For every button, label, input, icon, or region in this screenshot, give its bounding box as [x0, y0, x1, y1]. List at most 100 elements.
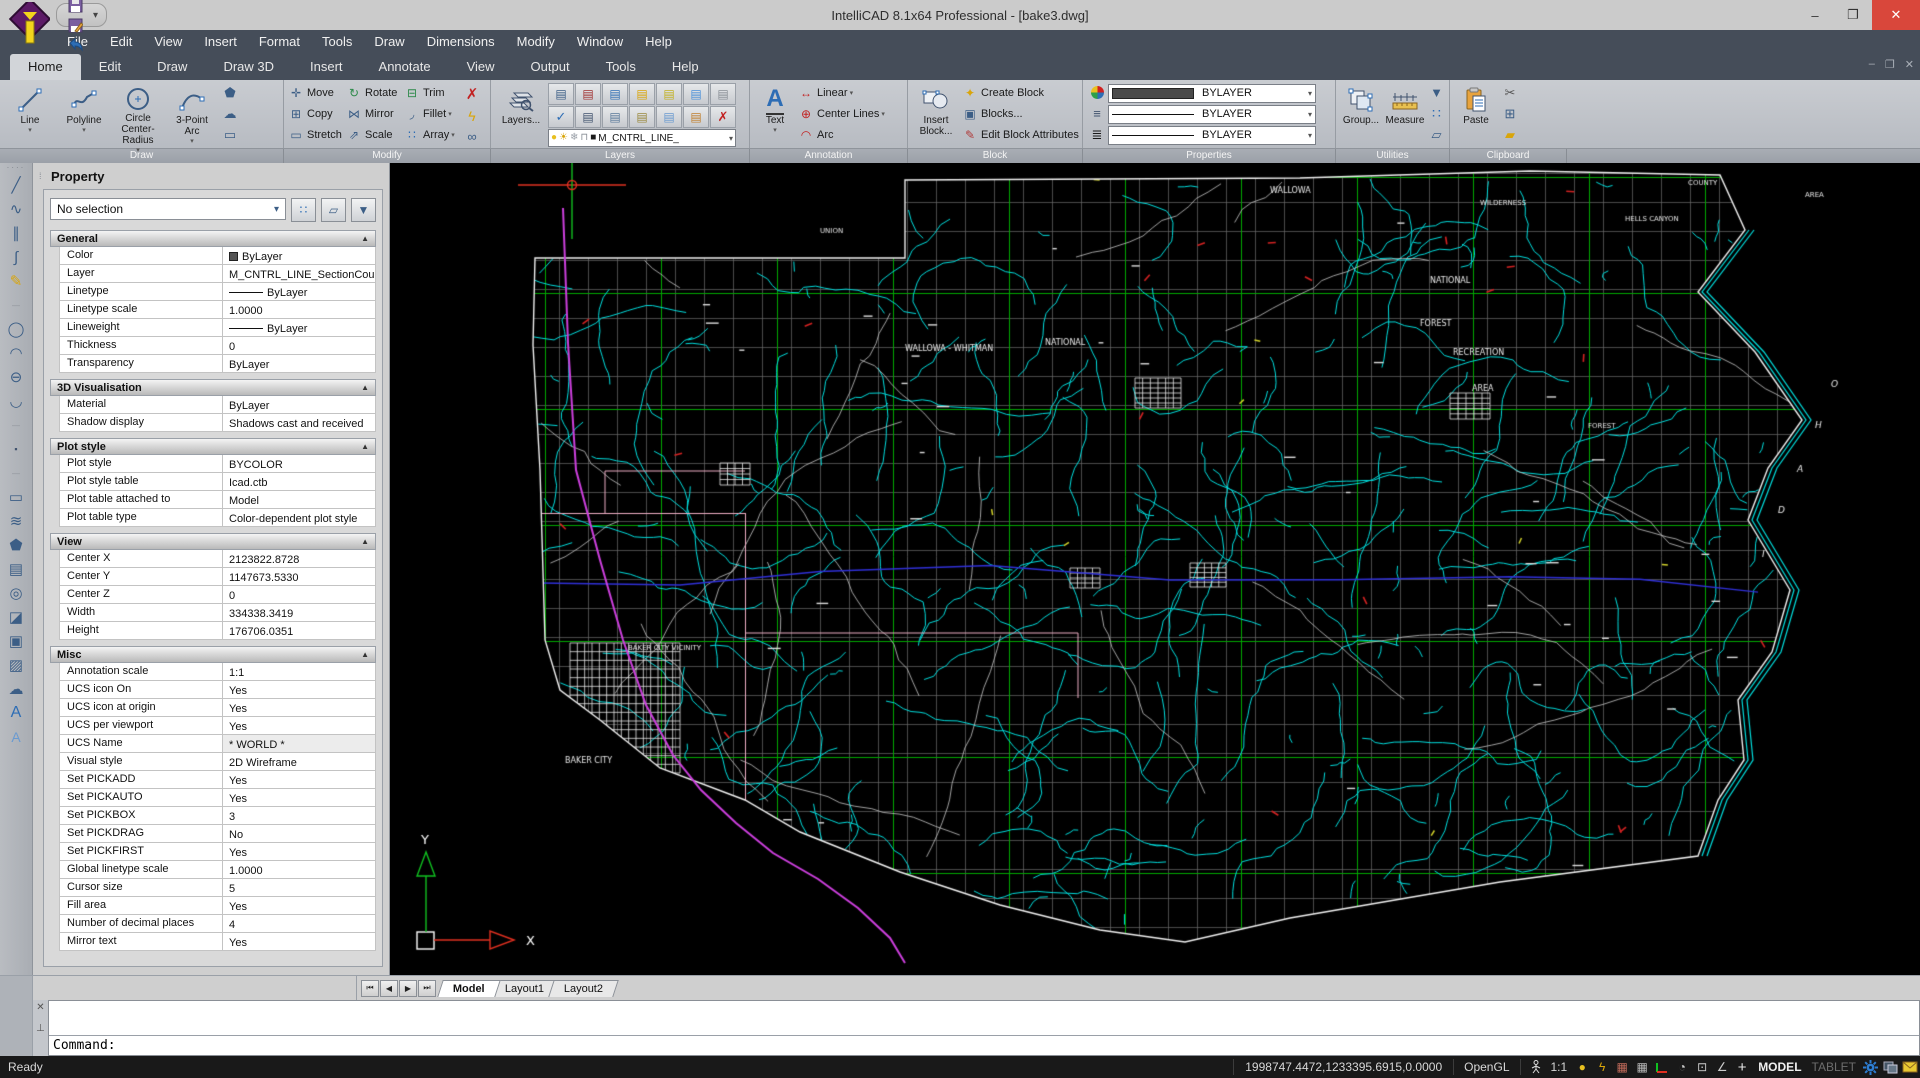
minimize-button[interactable]: –	[1796, 0, 1834, 30]
layers-button[interactable]: Layers...	[494, 82, 548, 146]
layer-tool-button[interactable]: ▤	[629, 83, 655, 105]
toolbar-button[interactable]: ∿	[3, 197, 29, 221]
menu-item[interactable]: View	[143, 32, 193, 51]
intellicad-logo-icon[interactable]	[6, 2, 50, 48]
property-row[interactable]: TransparencyByLayer	[59, 355, 376, 373]
ribbon-tab[interactable]: Annotate	[361, 54, 449, 80]
annotation-button[interactable]: ⊕ Center Lines ▾	[797, 103, 885, 124]
annotation-button[interactable]: ↔ Linear ▾	[797, 82, 885, 103]
block-button[interactable]: ✎ Edit Block Attributes	[961, 125, 1079, 146]
property-value[interactable]: Icad.ctb	[223, 473, 375, 490]
layer-tool-button[interactable]: ▤	[602, 106, 628, 128]
layer-tool-button[interactable]: ▤	[575, 83, 601, 105]
block-button[interactable]: ▣ Blocks...	[961, 103, 1079, 124]
property-value[interactable]: ByLayer	[223, 247, 375, 264]
modify-button[interactable]: ▭ Stretch	[287, 125, 345, 146]
property-value[interactable]: Yes	[223, 897, 375, 914]
property-value[interactable]: Yes	[223, 843, 375, 860]
property-row[interactable]: LineweightByLayer	[59, 319, 376, 337]
modify-button[interactable]: ⊞ Copy	[287, 103, 345, 124]
status-toggle[interactable]: ▦	[1612, 1058, 1632, 1076]
property-row[interactable]: Cursor size5	[59, 879, 376, 897]
tab-nav-button[interactable]: ⏮	[361, 980, 379, 997]
ribbon-tab[interactable]: View	[449, 54, 513, 80]
property-row[interactable]: Number of decimal places4	[59, 915, 376, 933]
annotation-scale[interactable]: 1:1	[1546, 1060, 1573, 1074]
property-row[interactable]: Set PICKBOX3	[59, 807, 376, 825]
ribbon-tab[interactable]: Tools	[588, 54, 654, 80]
property-value[interactable]: M_CNTRL_LINE_SectionCou...	[223, 265, 375, 282]
property-value[interactable]: ByLayer	[223, 396, 375, 413]
renderer-label[interactable]: OpenGL	[1459, 1060, 1514, 1074]
modify-side-button[interactable]: ∞	[467, 129, 476, 144]
toolbar-button[interactable]: ◡	[3, 389, 29, 413]
property-row[interactable]: Shadow displayShadows cast and received	[59, 414, 376, 432]
layer-tool-button[interactable]: ▤	[683, 106, 709, 128]
layer-tool-button[interactable]: ▤	[656, 106, 682, 128]
property-value[interactable]: 334338.3419	[223, 604, 375, 621]
property-value[interactable]: Yes	[223, 789, 375, 806]
clipboard-side-button[interactable]: ▰	[1505, 127, 1515, 143]
command-history[interactable]	[49, 1001, 1919, 1035]
insert-block-button[interactable]: Insert Block...	[911, 82, 961, 146]
property-value[interactable]: No	[223, 825, 375, 842]
property-value[interactable]: Yes	[223, 933, 375, 950]
ribbon-tab[interactable]: Output	[513, 54, 588, 80]
toolbar-button[interactable]: —	[3, 413, 29, 437]
utility-button[interactable]: Measure	[1383, 82, 1427, 146]
property-row[interactable]: Global linetype scale1.0000	[59, 861, 376, 879]
toolbar-button[interactable]: ▭	[3, 485, 29, 509]
toolbar-button[interactable]: A	[3, 701, 29, 725]
property-row[interactable]: Height176706.0351	[59, 622, 376, 640]
layer-tool-button[interactable]: ▤	[602, 83, 628, 105]
panel-grip[interactable]: ⁞	[39, 174, 45, 179]
property-mode-icon[interactable]	[1090, 85, 1105, 100]
status-toggle[interactable]: ▦	[1632, 1058, 1652, 1076]
property-value[interactable]: 1.0000	[223, 861, 375, 878]
property-value[interactable]: Color-dependent plot style	[223, 509, 375, 526]
section-header[interactable]: View ▲	[50, 533, 376, 550]
section-header[interactable]: Plot style ▲	[50, 438, 376, 455]
toolbar-button[interactable]: A	[3, 725, 29, 749]
ribbon-tab[interactable]: Insert	[292, 54, 361, 80]
toolbar-button[interactable]: ◠	[3, 341, 29, 365]
toolbar-button[interactable]: ▪	[3, 437, 29, 461]
utility-button[interactable]: Group...	[1339, 82, 1383, 146]
property-row[interactable]: UCS icon at originYes	[59, 699, 376, 717]
draw-side-button[interactable]: ▭	[224, 127, 236, 143]
property-value[interactable]: Model	[223, 491, 375, 508]
property-row[interactable]: Thickness0	[59, 337, 376, 355]
status-toggle[interactable]: ●	[1572, 1058, 1592, 1076]
property-value[interactable]: Yes	[223, 681, 375, 698]
close-button[interactable]: ✕	[1872, 0, 1920, 30]
status-toggle[interactable]: ϟ	[1592, 1058, 1612, 1076]
layer-tool-button[interactable]: ▤	[575, 106, 601, 128]
status-toggle[interactable]: ⊡	[1692, 1058, 1712, 1076]
section-header[interactable]: Misc ▲	[50, 646, 376, 663]
property-row[interactable]: UCS Name* WORLD *	[59, 735, 376, 753]
tablet-toggle[interactable]: TABLET	[1808, 1060, 1860, 1074]
property-value[interactable]: 176706.0351	[223, 622, 375, 639]
property-row[interactable]: Set PICKFIRSTYes	[59, 843, 376, 861]
selector-tool-button[interactable]: ▼	[351, 198, 376, 222]
ribbon-tab[interactable]: Edit	[81, 54, 139, 80]
modify-button[interactable]: ◞ Fillet ▾	[403, 103, 461, 124]
clipboard-side-button[interactable]: ⊞	[1505, 106, 1516, 122]
modify-button[interactable]: ↻ Rotate	[345, 82, 403, 103]
property-row[interactable]: LayerM_CNTRL_LINE_SectionCou...	[59, 265, 376, 283]
layout-tab[interactable]: Layout2	[548, 980, 619, 997]
property-value[interactable]: 0	[223, 337, 375, 354]
toolbar-button[interactable]: ◎	[3, 581, 29, 605]
draw-tool-button[interactable]: Line ▾	[3, 82, 57, 146]
command-input[interactable]: Command:	[49, 1035, 1919, 1055]
toolbar-button[interactable]: —	[3, 293, 29, 317]
command-close-icon[interactable]: ✕	[36, 1002, 44, 1013]
drawing-canvas[interactable]	[390, 163, 1920, 975]
status-toggle[interactable]	[1652, 1058, 1672, 1076]
menu-item[interactable]: Format	[248, 32, 311, 51]
toolbar-button[interactable]: ▣	[3, 629, 29, 653]
property-value[interactable]: ByLayer	[223, 355, 375, 372]
property-row[interactable]: Annotation scale1:1	[59, 663, 376, 681]
layer-tool-button[interactable]: ▤	[548, 83, 574, 105]
toolbar-button[interactable]: ≋	[3, 509, 29, 533]
